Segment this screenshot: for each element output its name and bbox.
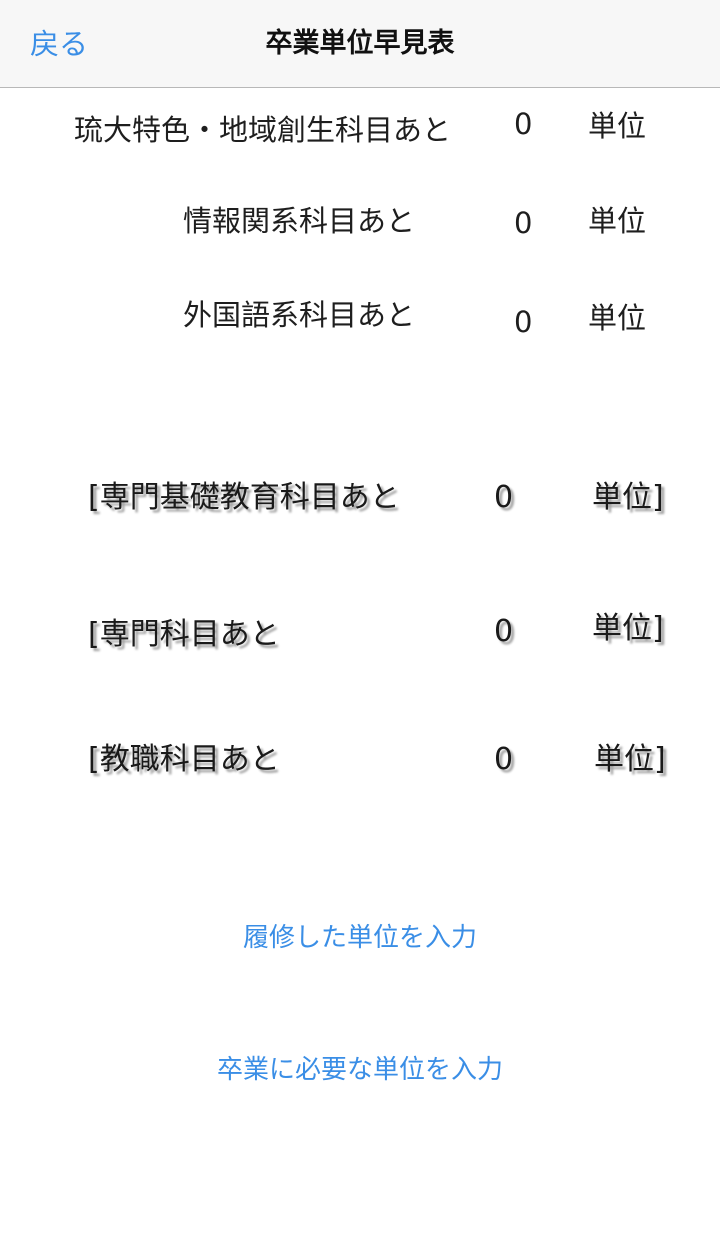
enter-completed-credits-button[interactable]: 履修した単位を入力 <box>0 918 720 958</box>
remaining-foreign-language-value: 0 <box>514 305 533 339</box>
remaining-ryudai-regional-unit: 単位 <box>588 109 647 143</box>
remaining-teaching-value: 0 <box>494 742 514 777</box>
remaining-foreign-language-unit: 単位 <box>588 301 647 335</box>
remaining-ryudai-regional-value: 0 <box>514 107 533 141</box>
remaining-information-unit: 単位 <box>588 204 647 238</box>
remaining-specialized-basic-unit: 単位] <box>592 480 664 515</box>
remaining-information-value: 0 <box>514 206 533 240</box>
remaining-specialized-value: 0 <box>494 614 514 649</box>
remaining-specialized-basic-label: [専門基礎教育科目あと <box>88 480 400 515</box>
remaining-teaching-unit: 単位] <box>594 742 666 777</box>
remaining-foreign-language-label: 外国語系科目あと <box>183 298 416 332</box>
page-title: 卒業単位早見表 <box>265 28 455 59</box>
remaining-teaching-label: [教職科目あと <box>88 742 280 777</box>
enter-required-credits-button[interactable]: 卒業に必要な単位を入力 <box>0 1050 720 1090</box>
remaining-specialized-label: [専門科目あと <box>88 617 280 652</box>
navigation-bar: 戻る 卒業単位早見表 <box>0 0 720 88</box>
remaining-information-label: 情報関系科目あと <box>183 204 416 238</box>
remaining-ryudai-regional-label: 琉大特色・地域創生科目あと <box>74 113 452 147</box>
remaining-specialized-unit: 単位] <box>592 611 664 646</box>
remaining-specialized-basic-value: 0 <box>494 480 514 515</box>
